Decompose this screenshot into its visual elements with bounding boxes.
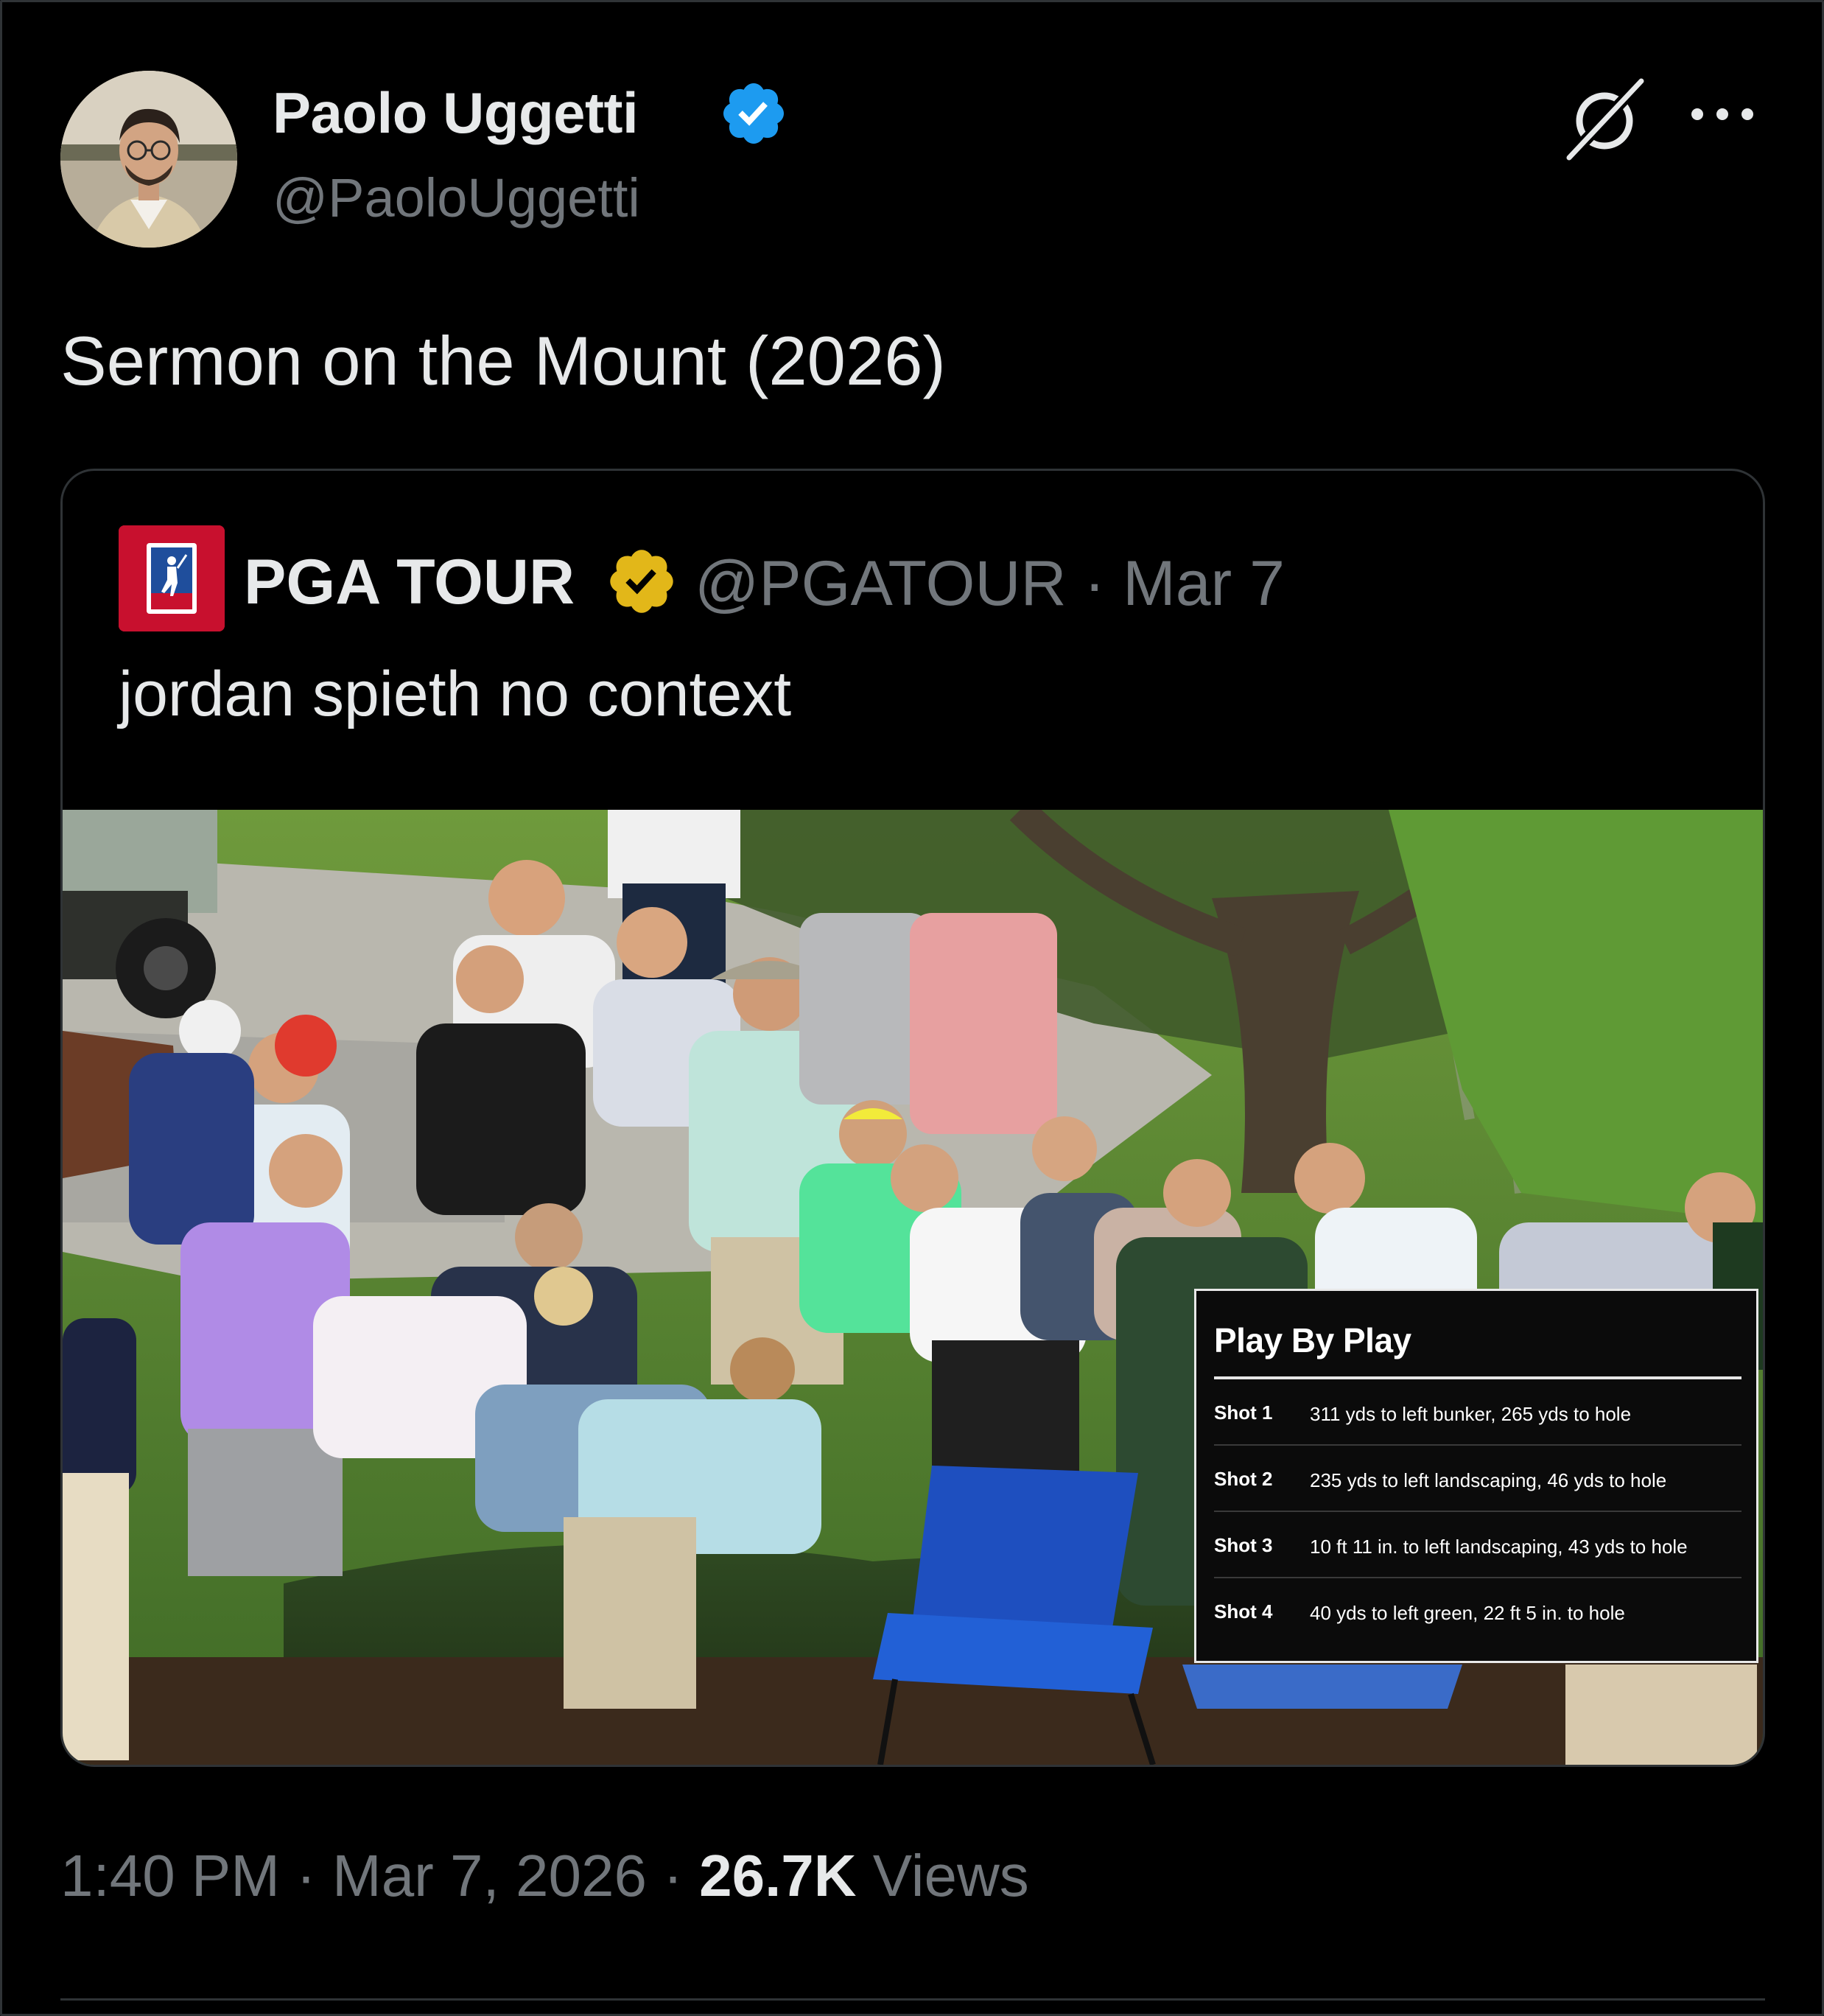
footer-separator: · <box>296 1843 316 1908</box>
shot-row: Shot 2 235 yds to left landscaping, 46 y… <box>1214 1446 1741 1512</box>
play-by-play-overlay: Play By Play Shot 1 311 yds to left bunk… <box>1194 1289 1758 1663</box>
footer-separator: · <box>663 1843 683 1908</box>
quoted-author-name[interactable]: PGA TOUR <box>244 546 575 619</box>
quoted-date[interactable]: Mar 7 <box>1123 548 1285 619</box>
shot-description: 40 yds to left green, 22 ft 5 in. to hol… <box>1310 1602 1625 1624</box>
play-by-play-title: Play By Play <box>1214 1321 1411 1359</box>
shot-description: 235 yds to left landscaping, 46 yds to h… <box>1310 1469 1667 1491</box>
quoted-tweet-text: jordan spieth no context <box>119 659 792 729</box>
avatar[interactable] <box>60 71 237 248</box>
verified-badge-icon[interactable] <box>718 78 789 149</box>
shot-description: 10 ft 11 in. to left landscaping, 43 yds… <box>1310 1536 1688 1558</box>
meta-separator: · <box>1084 548 1106 619</box>
pga-tour-logo <box>119 525 225 631</box>
shot-row: Shot 1 311 yds to left bunker, 265 yds t… <box>1214 1379 1741 1446</box>
views-label[interactable]: Views <box>873 1843 1029 1908</box>
quoted-author-handle[interactable]: @PGATOUR <box>695 548 1067 619</box>
footer-divider <box>60 1998 1765 2001</box>
shot-label: Shot 4 <box>1214 1600 1273 1623</box>
quoted-meta: @PGATOUR · Mar 7 <box>695 547 1285 620</box>
quoted-media-photo[interactable]: Play By Play Shot 1 311 yds to left bunk… <box>63 810 1763 1765</box>
verified-gold-badge-icon[interactable] <box>605 545 678 618</box>
tweet-text: Sermon on the Mount (2026) <box>60 322 946 399</box>
author-handle[interactable]: @PaoloUggetti <box>273 167 640 229</box>
more-icon[interactable] <box>1687 103 1758 125</box>
shot-label: Shot 2 <box>1214 1468 1273 1490</box>
shot-row: Shot 4 40 yds to left green, 22 ft 5 in.… <box>1214 1578 1741 1645</box>
shot-row: Shot 3 10 ft 11 in. to left landscaping,… <box>1214 1512 1741 1578</box>
tweet-time[interactable]: 1:40 PM <box>60 1843 280 1908</box>
author-name[interactable]: Paolo Uggetti <box>273 80 639 147</box>
shot-description: 311 yds to left bunker, 265 yds to hole <box>1310 1403 1632 1425</box>
quoted-tweet[interactable]: PGA TOUR @PGATOUR · Mar 7 jordan spieth … <box>60 469 1765 1767</box>
tweet-date[interactable]: Mar 7, 2026 <box>332 1843 647 1908</box>
shot-label: Shot 3 <box>1214 1534 1273 1556</box>
tweet-footer: 1:40 PM · Mar 7, 2026 · 26.7K Views <box>60 1842 1029 1910</box>
shot-label: Shot 1 <box>1214 1401 1273 1424</box>
views-count[interactable]: 26.7K <box>699 1843 856 1908</box>
grok-icon[interactable] <box>1560 74 1652 165</box>
